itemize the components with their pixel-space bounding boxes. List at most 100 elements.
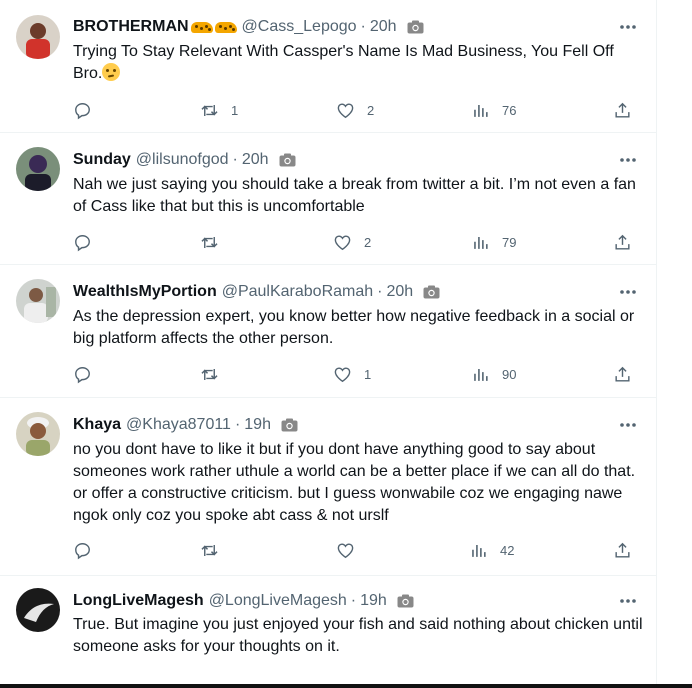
reply-button[interactable] <box>73 363 104 385</box>
leopard-emoji <box>190 21 213 33</box>
tweet-header: LongLiveMagesh @LongLiveMagesh · 19h <box>73 590 414 612</box>
like-count: 1 <box>364 366 372 382</box>
views-button[interactable]: 90 <box>471 363 516 385</box>
reply-icon <box>75 366 90 383</box>
separator-dot: · <box>350 592 357 609</box>
views-button[interactable]: 79 <box>471 231 516 253</box>
like-icon <box>337 102 354 118</box>
reply-feed: BROTHERMAN @Cass_Lepogo · 20h Trying To … <box>0 0 657 688</box>
tweet-header: Khaya @Khaya87011 · 19h <box>73 414 298 436</box>
tweet-text: True. But imagine you just enjoyed your … <box>73 616 643 655</box>
timestamp[interactable]: 20h <box>242 151 269 169</box>
views-icon <box>474 368 488 381</box>
share-icon <box>615 102 630 118</box>
timestamp[interactable]: 20h <box>370 18 397 36</box>
like-icon <box>334 234 351 250</box>
views-button[interactable]: 42 <box>469 539 514 561</box>
camera-icon <box>397 594 414 608</box>
display-name[interactable]: WealthIsMyPortion <box>73 283 217 301</box>
retweet-button[interactable] <box>200 231 231 253</box>
separator-dot: · <box>232 151 238 168</box>
tweet-text: Nah we just saying you should take a bre… <box>73 176 636 215</box>
views-icon <box>472 544 486 557</box>
like-count: 2 <box>364 234 372 250</box>
reply-button[interactable] <box>73 99 104 121</box>
timestamp[interactable]: 20h <box>386 283 413 301</box>
reply-icon <box>75 234 90 251</box>
avatar[interactable] <box>16 15 60 59</box>
view-count: 79 <box>502 234 517 250</box>
more-options-icon[interactable] <box>618 417 638 433</box>
tweet-text: Trying To Stay Relevant With Cassper's N… <box>73 41 643 85</box>
reply-button[interactable] <box>73 231 104 253</box>
more-options-icon[interactable] <box>618 152 638 168</box>
tweet-1[interactable]: BROTHERMAN @Cass_Lepogo · 20h Trying To … <box>0 0 656 133</box>
retweet-button[interactable]: 1 <box>200 99 238 121</box>
timestamp[interactable]: 19h <box>360 592 387 610</box>
user-handle[interactable]: @LongLiveMagesh <box>209 592 347 610</box>
more-options-icon[interactable] <box>618 593 638 609</box>
reply-button[interactable] <box>73 539 104 561</box>
user-handle[interactable]: @Khaya87011 <box>126 416 231 434</box>
more-options-icon[interactable] <box>618 19 638 35</box>
display-name[interactable]: Sunday <box>73 151 131 169</box>
share-button[interactable] <box>613 539 632 561</box>
view-count: 90 <box>502 366 517 382</box>
display-name[interactable]: Khaya <box>73 416 121 434</box>
like-button[interactable] <box>336 539 367 561</box>
share-icon <box>615 366 630 382</box>
avatar[interactable] <box>16 588 60 632</box>
like-button[interactable]: 2 <box>333 231 371 253</box>
rolling-eyes-emoji <box>102 63 121 81</box>
separator-dot: · <box>360 18 366 35</box>
share-icon <box>615 542 630 558</box>
tweet-header: BROTHERMAN @Cass_Lepogo · 20h <box>73 16 424 38</box>
display-name[interactable]: LongLiveMagesh <box>73 592 204 610</box>
like-icon <box>334 366 351 382</box>
avatar[interactable] <box>16 412 60 456</box>
view-count: 76 <box>502 102 517 118</box>
like-button[interactable]: 2 <box>336 99 374 121</box>
retweet-icon <box>201 544 218 556</box>
more-options-icon[interactable] <box>618 284 638 300</box>
user-handle[interactable]: @Cass_Lepogo <box>242 18 357 36</box>
retweet-button[interactable] <box>200 539 231 561</box>
tweet-4[interactable]: Khaya @Khaya87011 · 19h no you dont have… <box>0 398 656 576</box>
tweet-actions: 2 79 <box>73 231 643 253</box>
tweet-actions: 1 2 76 <box>73 99 643 121</box>
views-icon <box>474 104 488 117</box>
retweet-button[interactable] <box>200 363 231 385</box>
tweet-2[interactable]: Sunday @lilsunofgod · 20h Nah we just sa… <box>0 133 656 265</box>
tweet-header: Sunday @lilsunofgod · 20h <box>73 149 296 171</box>
tweet-text: no you dont have to like it but if you d… <box>73 441 636 524</box>
views-button[interactable]: 76 <box>471 99 516 121</box>
leopard-emoji <box>214 21 237 33</box>
reply-icon <box>75 542 90 559</box>
display-name[interactable]: BROTHERMAN <box>73 18 189 36</box>
like-button[interactable]: 1 <box>333 363 371 385</box>
share-icon <box>615 234 630 250</box>
camera-icon <box>281 418 298 432</box>
separator-dot: · <box>377 283 383 300</box>
like-icon <box>337 542 354 558</box>
retweet-icon <box>201 368 218 380</box>
share-button[interactable] <box>613 231 632 253</box>
reply-icon <box>75 102 90 119</box>
tweet-3[interactable]: WealthIsMyPortion @PaulKaraboRamah · 20h… <box>0 265 656 398</box>
tweet-actions: 42 <box>73 539 643 561</box>
share-button[interactable] <box>613 99 632 121</box>
tweet-header: WealthIsMyPortion @PaulKaraboRamah · 20h <box>73 281 440 303</box>
tweet-5[interactable]: LongLiveMagesh @LongLiveMagesh · 19h Tru… <box>0 576 656 688</box>
view-count: 42 <box>500 542 515 558</box>
retweet-icon <box>201 236 218 248</box>
user-handle[interactable]: @lilsunofgod <box>136 151 229 169</box>
user-handle[interactable]: @PaulKaraboRamah <box>222 283 373 301</box>
tweet-actions: 1 90 <box>73 363 643 385</box>
retweet-count: 1 <box>231 102 239 118</box>
camera-icon <box>423 285 440 299</box>
share-button[interactable] <box>613 363 632 385</box>
avatar[interactable] <box>16 147 60 191</box>
camera-icon <box>279 153 296 167</box>
timestamp[interactable]: 19h <box>244 416 271 434</box>
avatar[interactable] <box>16 279 60 323</box>
